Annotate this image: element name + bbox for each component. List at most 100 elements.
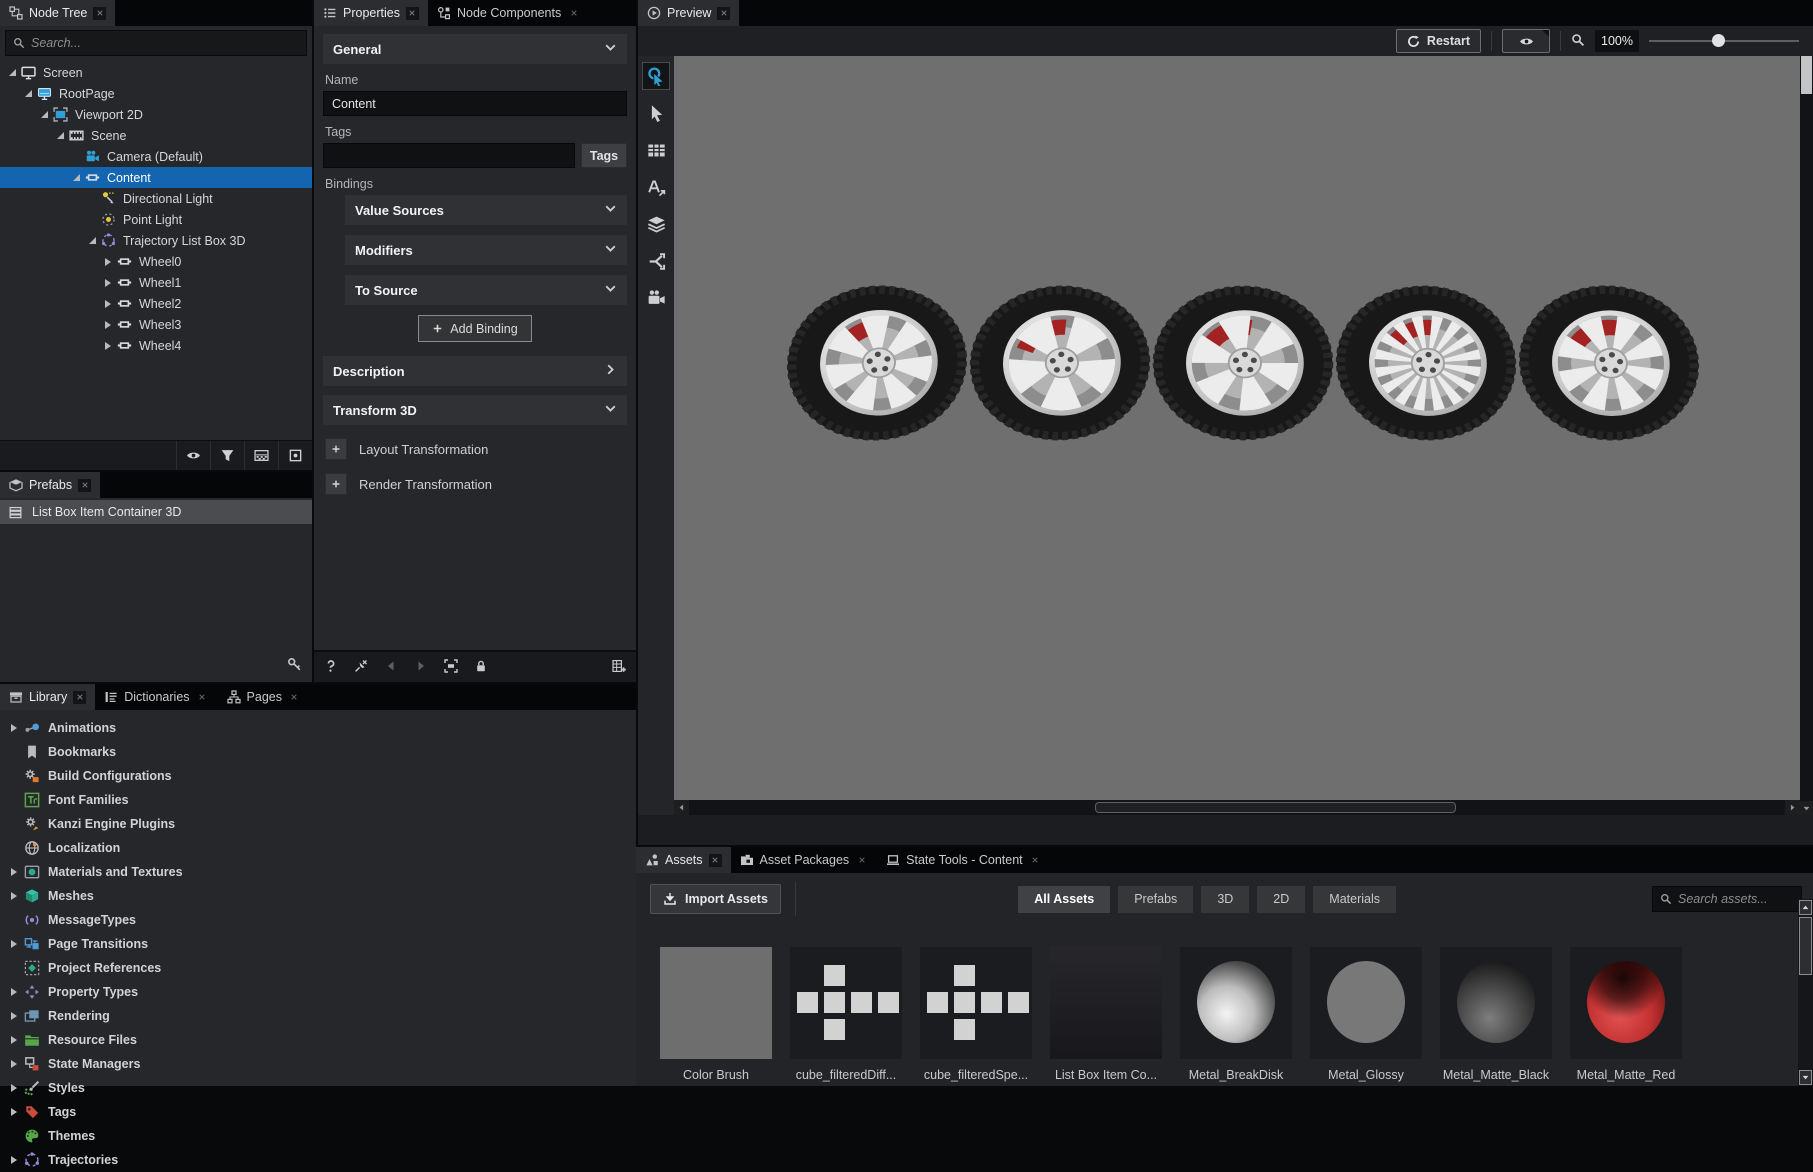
tree-row-wheel1[interactable]: Wheel1 xyxy=(0,272,312,293)
interact-tool-button[interactable] xyxy=(642,62,670,90)
clear-pin-button[interactable] xyxy=(354,659,368,676)
preview-vertical-scrollbar[interactable] xyxy=(1800,56,1813,815)
assets-search[interactable] xyxy=(1652,886,1802,912)
tree-row-scene[interactable]: Scene xyxy=(0,125,312,146)
expander-icon[interactable] xyxy=(8,1154,20,1166)
expander-icon[interactable] xyxy=(86,235,98,247)
library-item-rendering[interactable]: Rendering xyxy=(0,1004,636,1028)
preview-horizontal-scrollbar[interactable] xyxy=(674,800,1800,815)
asset-item-cube-filtered-specular[interactable]: cube_filteredSpe... xyxy=(920,947,1032,1086)
tab-library[interactable]: Library xyxy=(0,684,95,710)
tags-field[interactable] xyxy=(323,143,575,168)
wheel0-3d-object[interactable] xyxy=(772,267,981,459)
branch-tool-button[interactable] xyxy=(642,247,670,275)
close-icon[interactable] xyxy=(288,691,301,704)
expander-icon[interactable] xyxy=(22,88,34,100)
library-item-themes[interactable]: Themes xyxy=(0,1124,636,1148)
library-item-state-managers[interactable]: State Managers xyxy=(0,1052,636,1076)
close-icon[interactable] xyxy=(196,691,209,704)
zoom-slider[interactable] xyxy=(1649,30,1799,52)
zoom-level-value[interactable]: 100% xyxy=(1595,30,1639,52)
history-forward-button[interactable] xyxy=(414,659,428,676)
tree-row-wheel2[interactable]: Wheel2 xyxy=(0,293,312,314)
expander-icon[interactable] xyxy=(8,890,20,902)
tab-node-components[interactable]: Node Components xyxy=(428,0,589,26)
close-icon[interactable] xyxy=(78,479,91,492)
expander-icon[interactable] xyxy=(6,67,18,79)
tree-row-camera[interactable]: Camera (Default) xyxy=(0,146,312,167)
preview-canvas[interactable] xyxy=(674,56,1800,800)
section-value-sources[interactable]: Value Sources xyxy=(345,195,627,225)
history-back-button[interactable] xyxy=(384,659,398,676)
section-transform-3d[interactable]: Transform 3D xyxy=(323,395,627,425)
add-layout-transformation-button[interactable] xyxy=(325,438,347,460)
expander-icon[interactable] xyxy=(102,298,114,310)
tab-properties[interactable]: Properties xyxy=(314,0,428,26)
asset-item-color-brush[interactable]: Color Brush xyxy=(660,947,772,1086)
expander-icon[interactable] xyxy=(8,1058,20,1070)
name-field[interactable] xyxy=(323,91,627,116)
isolate-button[interactable] xyxy=(278,441,312,470)
library-item-build-configurations[interactable]: Build Configurations xyxy=(0,764,636,788)
filter-2d[interactable]: 2D xyxy=(1257,886,1305,913)
close-icon[interactable] xyxy=(93,7,106,20)
expander-icon[interactable] xyxy=(102,340,114,352)
scrollbar-thumb[interactable] xyxy=(1095,802,1457,813)
library-item-bookmarks[interactable]: Bookmarks xyxy=(0,740,636,764)
expander-icon[interactable] xyxy=(54,130,66,142)
close-icon[interactable] xyxy=(709,854,722,867)
tab-dictionaries[interactable]: Dictionaries xyxy=(95,684,217,710)
toggle-visibility-button[interactable] xyxy=(176,441,210,470)
expander-icon[interactable] xyxy=(8,1106,20,1118)
tree-row-directional-light[interactable]: Directional Light xyxy=(0,188,312,209)
close-icon[interactable] xyxy=(567,7,580,20)
expander-icon[interactable] xyxy=(8,722,20,734)
scrollbar-thumb[interactable] xyxy=(1801,56,1812,94)
add-binding-button[interactable]: Add Binding xyxy=(418,315,531,342)
library-item-styles[interactable]: Styles xyxy=(0,1076,636,1100)
tab-preview[interactable]: Preview xyxy=(638,0,739,26)
wheel2-3d-object[interactable] xyxy=(1148,278,1338,448)
library-item-meshes[interactable]: Meshes xyxy=(0,884,636,908)
expander-icon[interactable] xyxy=(70,172,82,184)
expander-icon[interactable] xyxy=(102,256,114,268)
library-item-trajectories[interactable]: Trajectories xyxy=(0,1148,636,1172)
wheel1-3d-object[interactable] xyxy=(959,272,1160,455)
tree-row-content-selected[interactable]: Content xyxy=(0,167,312,188)
help-button[interactable] xyxy=(324,659,338,676)
expander-icon[interactable] xyxy=(8,1034,20,1046)
tree-row-wheel4[interactable]: Wheel4 xyxy=(0,335,312,356)
expander-icon[interactable] xyxy=(102,319,114,331)
expander-icon[interactable] xyxy=(8,866,20,878)
add-render-transformation-button[interactable] xyxy=(325,473,347,495)
library-item-kanzi-engine-plugins[interactable]: Kanzi Engine Plugins xyxy=(0,812,636,836)
library-item-materials-and-textures[interactable]: Materials and Textures xyxy=(0,860,636,884)
library-item-resource-files[interactable]: Resource Files xyxy=(0,1028,636,1052)
asset-item-cube-filtered-diffuse[interactable]: cube_filteredDiff... xyxy=(790,947,902,1086)
filter-all-assets[interactable]: All Assets xyxy=(1018,886,1110,913)
asset-item-metal-matte-red[interactable]: Metal_Matte_Red xyxy=(1570,947,1682,1086)
library-item-tags[interactable]: Tags xyxy=(0,1100,636,1124)
close-icon[interactable] xyxy=(73,691,86,704)
expander-icon[interactable] xyxy=(8,1010,20,1022)
tab-asset-packages[interactable]: Asset Packages xyxy=(731,847,878,873)
assets-search-input[interactable] xyxy=(1678,892,1794,906)
tree-row-wheel3[interactable]: Wheel3 xyxy=(0,314,312,335)
library-item-localization[interactable]: Localization xyxy=(0,836,636,860)
scroll-left-button[interactable] xyxy=(674,800,689,815)
tree-row-point-light[interactable]: Point Light xyxy=(0,209,312,230)
expander-icon[interactable] xyxy=(8,1082,20,1094)
tab-node-tree[interactable]: Node Tree xyxy=(0,0,115,26)
frame-button[interactable] xyxy=(444,659,458,676)
tree-row-trajectory-list-box[interactable]: Trajectory List Box 3D xyxy=(0,230,312,251)
close-icon[interactable] xyxy=(406,7,419,20)
expander-icon[interactable] xyxy=(38,109,50,121)
expander-icon[interactable] xyxy=(8,938,20,950)
prefab-item-list-box-container[interactable]: List Box Item Container 3D xyxy=(0,500,312,524)
camera-tool-button[interactable] xyxy=(642,284,670,312)
library-item-font-families[interactable]: Font Families xyxy=(0,788,636,812)
tags-button[interactable]: Tags xyxy=(581,143,627,168)
scroll-down-button[interactable] xyxy=(1800,801,1813,815)
tab-prefabs[interactable]: Prefabs xyxy=(0,472,100,498)
library-item-project-references[interactable]: Project References xyxy=(0,956,636,980)
